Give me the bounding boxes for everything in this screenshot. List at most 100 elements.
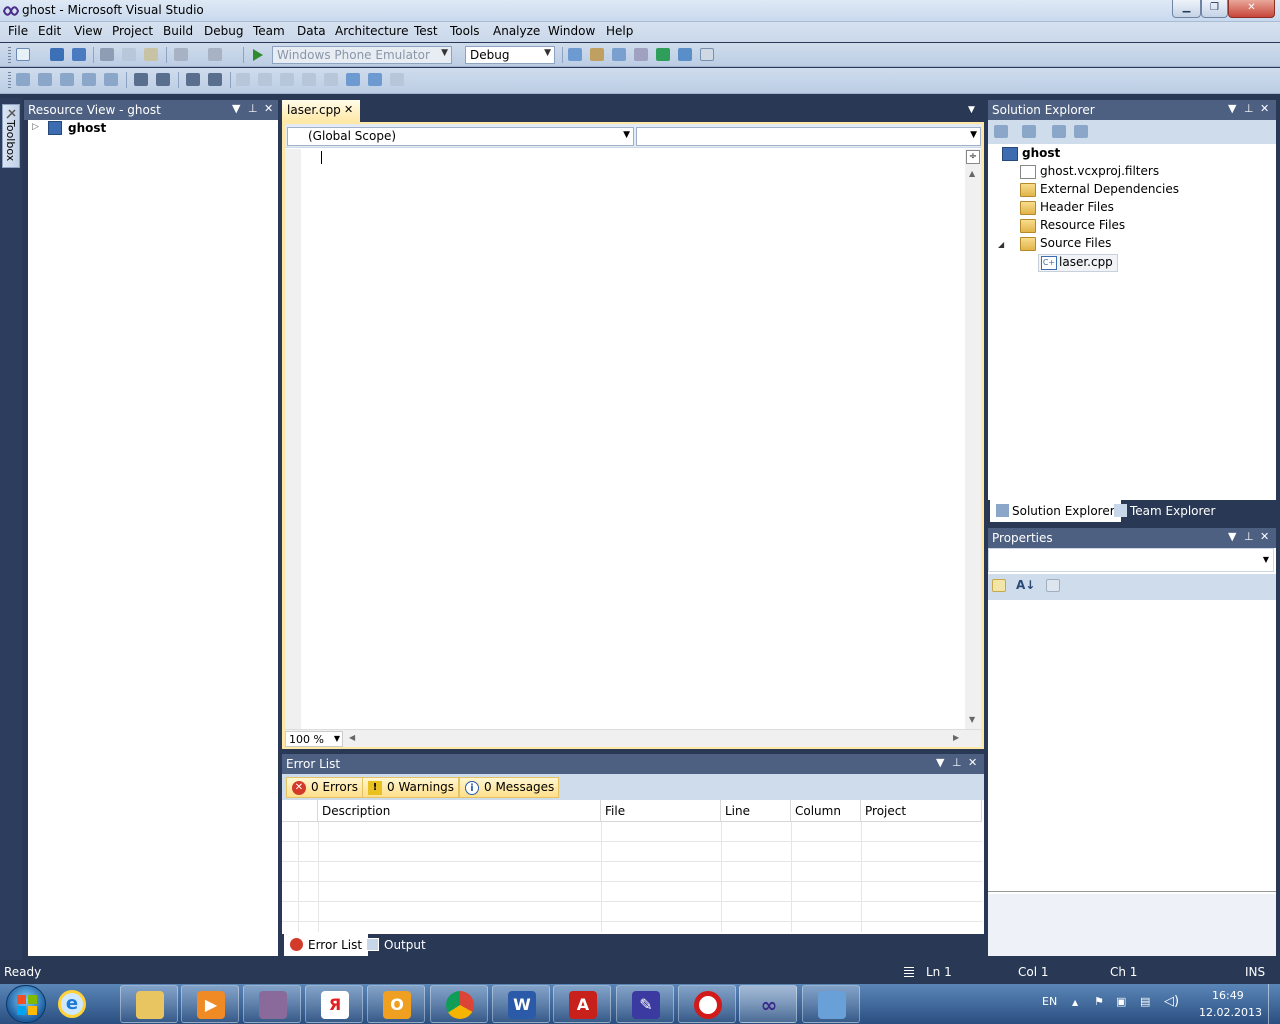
- usb-device-icon[interactable]: ▣: [1116, 995, 1126, 1008]
- menu-analyze[interactable]: Analyze: [491, 24, 542, 38]
- platform-target-dropdown[interactable]: Windows Phone Emulator ▼: [272, 46, 452, 64]
- close-icon[interactable]: ✕: [264, 102, 273, 115]
- toolbar-grip[interactable]: [8, 47, 11, 63]
- scroll-down-icon[interactable]: ▼: [969, 715, 975, 724]
- chevron-down-icon[interactable]: ▼: [232, 102, 240, 115]
- taskbar-editor[interactable]: ✎: [616, 985, 674, 1023]
- categorized-icon[interactable]: [992, 579, 1006, 592]
- chevron-down-icon[interactable]: ▼: [1228, 530, 1236, 543]
- pin-icon[interactable]: ⊥: [1244, 102, 1254, 115]
- copy-icon[interactable]: [122, 48, 136, 61]
- pin-icon[interactable]: ⊥: [952, 756, 962, 769]
- tab-error-list[interactable]: Error List: [284, 934, 369, 956]
- taskbar-chrome[interactable]: [430, 985, 488, 1023]
- messages-filter-button[interactable]: i 0 Messages: [459, 777, 560, 798]
- tree-item-external-dependencies[interactable]: External Dependencies: [1020, 182, 1179, 200]
- taskbar-yandex-browser[interactable]: Я: [305, 985, 363, 1023]
- menu-file[interactable]: File: [6, 24, 30, 38]
- solution-explorer-icon[interactable]: [590, 48, 604, 61]
- network-icon[interactable]: ▤: [1140, 995, 1150, 1008]
- taskbar-word[interactable]: W: [492, 985, 550, 1023]
- internet-explorer-icon[interactable]: e: [58, 990, 86, 1018]
- column-header-line[interactable]: Line: [721, 800, 791, 822]
- menu-test[interactable]: Test: [412, 24, 440, 38]
- tree-item-laser-cpp[interactable]: C+ laser.cpp: [1038, 254, 1118, 272]
- find-in-files-icon[interactable]: [568, 48, 582, 61]
- previous-bookmark-in-document-icon[interactable]: [346, 73, 360, 86]
- close-tab-icon[interactable]: ✕: [344, 103, 353, 116]
- menu-help[interactable]: Help: [604, 24, 635, 38]
- toggle-bookmark-icon[interactable]: [236, 73, 250, 86]
- taskbar-acrobat[interactable]: A: [553, 985, 611, 1023]
- properties-icon[interactable]: [994, 125, 1008, 138]
- column-header-file[interactable]: File: [601, 800, 721, 822]
- member-dropdown[interactable]: ▼: [636, 127, 981, 146]
- property-pages-icon[interactable]: [1046, 579, 1060, 592]
- menu-window[interactable]: Window: [546, 24, 597, 38]
- language-indicator[interactable]: EN: [1042, 995, 1057, 1008]
- collapse-arrow-icon[interactable]: ◢: [998, 240, 1004, 249]
- taskbar-visual-studio[interactable]: ∞: [739, 985, 797, 1023]
- redo-icon[interactable]: [208, 48, 222, 61]
- menu-tools[interactable]: Tools: [448, 24, 482, 38]
- display-object-members-icon[interactable]: [16, 73, 30, 86]
- minimize-button[interactable]: ▁: [1172, 0, 1201, 18]
- tab-laser-cpp[interactable]: laser.cpp ✕: [282, 100, 360, 122]
- menu-data[interactable]: Data: [295, 24, 328, 38]
- alphabetical-icon[interactable]: A↓: [1016, 578, 1035, 592]
- new-project-icon[interactable]: [16, 48, 30, 61]
- close-icon[interactable]: ✕: [1260, 102, 1269, 115]
- properties-window-icon[interactable]: [612, 48, 626, 61]
- scope-dropdown[interactable]: (Global Scope) ▼: [287, 127, 634, 146]
- menu-architecture[interactable]: Architecture: [333, 24, 410, 38]
- previous-bookmark-icon[interactable]: [258, 73, 272, 86]
- clear-bookmarks-icon[interactable]: [390, 73, 404, 86]
- tree-item-project[interactable]: ghost: [1002, 146, 1060, 164]
- tab-output[interactable]: Output: [360, 934, 432, 956]
- taskbar-outlook[interactable]: O: [367, 985, 425, 1023]
- taskbar-media-player[interactable]: ▶: [181, 985, 239, 1023]
- column-header-description[interactable]: Description: [318, 800, 601, 822]
- word-completion-icon[interactable]: [82, 73, 96, 86]
- toolbox-icon[interactable]: [634, 48, 648, 61]
- previous-bookmark-in-folder-icon[interactable]: [302, 73, 316, 86]
- start-button[interactable]: [6, 985, 46, 1023]
- paste-icon[interactable]: [144, 48, 158, 61]
- expand-arrow-icon[interactable]: ▷: [32, 122, 39, 132]
- tab-overflow-icon[interactable]: ▼: [968, 105, 975, 115]
- show-desktop-button[interactable]: [1268, 984, 1280, 1024]
- vertical-scrollbar[interactable]: ÷ ▲ ▼: [965, 149, 981, 729]
- increase-indent-icon[interactable]: [156, 73, 170, 86]
- taskbar-archiver[interactable]: [243, 985, 301, 1023]
- undo-icon[interactable]: [174, 48, 188, 61]
- toolbar-grip[interactable]: [8, 72, 11, 88]
- menu-view[interactable]: View: [72, 24, 104, 38]
- column-header-column[interactable]: Column: [791, 800, 861, 822]
- next-bookmark-in-document-icon[interactable]: [368, 73, 382, 86]
- warnings-filter-button[interactable]: ! 0 Warnings: [362, 777, 460, 798]
- column-header-project[interactable]: Project: [861, 800, 982, 822]
- show-all-files-icon[interactable]: [1022, 125, 1036, 138]
- object-selector-dropdown[interactable]: ▼: [988, 548, 1274, 572]
- pin-icon[interactable]: ⊥: [1244, 530, 1254, 543]
- menu-project[interactable]: Project: [110, 24, 155, 38]
- scroll-right-icon[interactable]: ▶: [953, 733, 959, 742]
- cut-icon[interactable]: [100, 48, 114, 61]
- tab-solution-explorer[interactable]: Solution Explorer: [990, 500, 1121, 522]
- next-bookmark-icon[interactable]: [280, 73, 294, 86]
- code-text-area[interactable]: [301, 149, 965, 729]
- clock-date[interactable]: 12.02.2013: [1199, 1006, 1262, 1019]
- menu-debug[interactable]: Debug: [202, 24, 245, 38]
- configuration-dropdown[interactable]: Debug ▼: [465, 46, 555, 64]
- extension-manager-icon[interactable]: [656, 48, 670, 61]
- command-window-icon[interactable]: [700, 48, 714, 61]
- close-icon[interactable]: ✕: [968, 756, 977, 769]
- taskbar-remote-desktop[interactable]: [802, 985, 860, 1023]
- class-view-icon[interactable]: [678, 48, 692, 61]
- save-icon[interactable]: [50, 48, 64, 61]
- next-bookmark-in-folder-icon[interactable]: [324, 73, 338, 86]
- volume-icon[interactable]: ◁): [1164, 994, 1179, 1009]
- close-window-button[interactable]: ✕: [1228, 0, 1275, 18]
- tree-item-header-files[interactable]: Header Files: [1020, 200, 1114, 218]
- menu-team[interactable]: Team: [251, 24, 287, 38]
